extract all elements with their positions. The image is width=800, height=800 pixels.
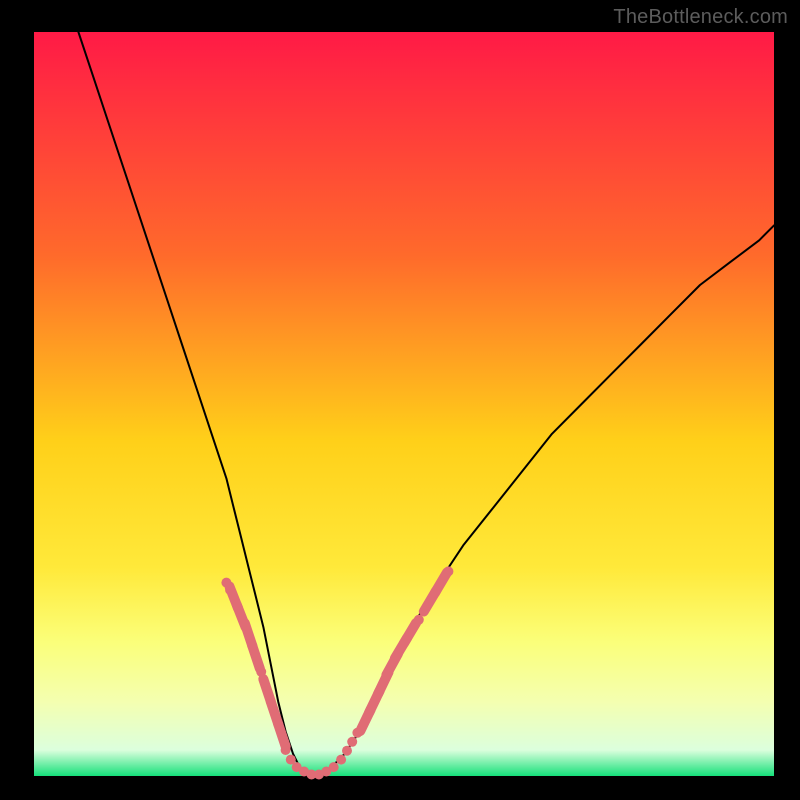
watermark-text: TheBottleneck.com: [613, 6, 788, 29]
marker-dot: [414, 615, 424, 625]
marker-dot: [336, 755, 346, 765]
right-top-dot: [443, 566, 453, 576]
right-gap-dot: [414, 615, 424, 625]
marker-dot: [347, 737, 357, 747]
plot-background: [34, 32, 774, 776]
marker-dot: [342, 746, 352, 756]
marker-dot: [443, 566, 453, 576]
marker-dot: [281, 745, 291, 755]
chart-frame: TheBottleneck.com: [0, 0, 800, 800]
marker-dot: [329, 762, 339, 772]
bottleneck-chart: [0, 0, 800, 800]
